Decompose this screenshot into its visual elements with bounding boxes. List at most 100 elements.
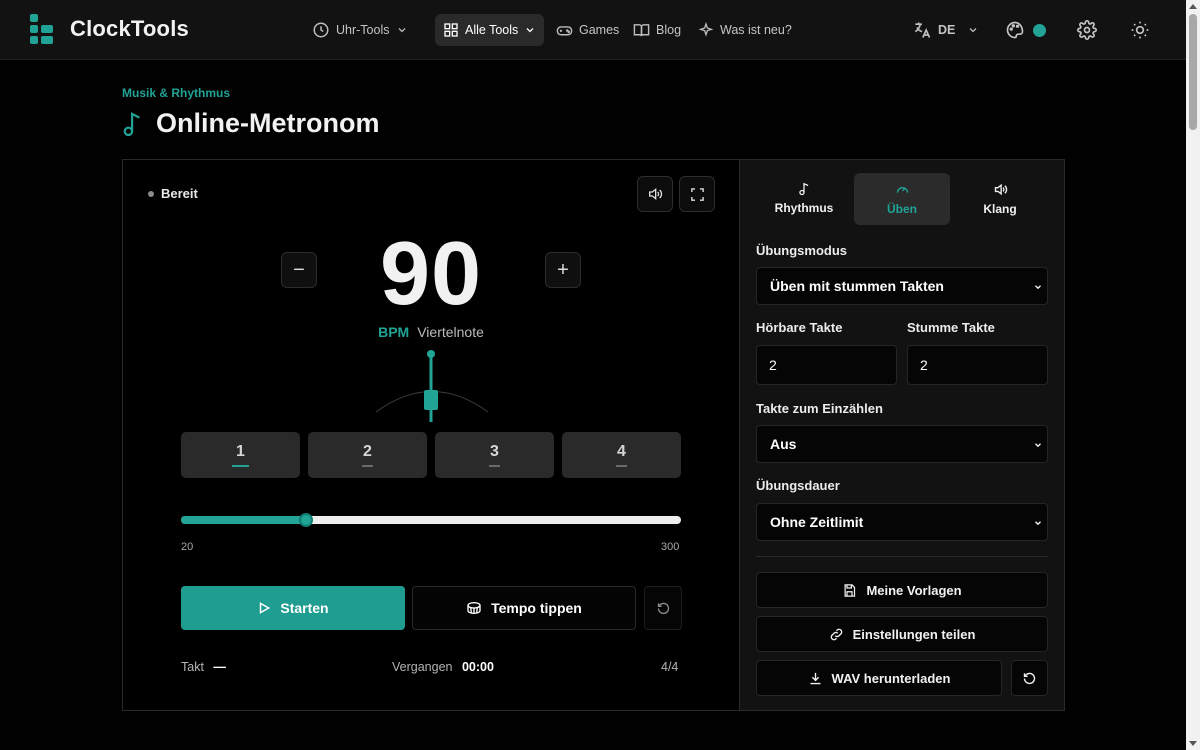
nav-alle-tools[interactable]: Alle Tools <box>435 14 545 46</box>
tab-klang-label: Klang <box>983 202 1017 216</box>
practice-mode-value: Üben mit stummen Takten <box>770 278 944 294</box>
scroll-down-arrow-icon[interactable] <box>1189 741 1197 746</box>
breadcrumb[interactable]: Musik & Rhythmus <box>122 86 230 100</box>
presets-button[interactable]: Meine Vorlagen <box>756 572 1048 608</box>
gauge-icon <box>896 187 908 193</box>
speaker-icon <box>649 187 663 201</box>
palette-icon <box>1006 21 1023 39</box>
download-icon <box>810 672 821 684</box>
count-in-value: Aus <box>770 436 797 452</box>
top-navbar: ClockTools Uhr-Tools Alle Tools Games Bl… <box>0 0 1186 60</box>
download-wav-button[interactable]: WAV herunterladen <box>756 660 1002 696</box>
reset-icon <box>657 602 669 614</box>
audible-bars-input[interactable]: 2 <box>756 345 897 385</box>
scroll-up-arrow-icon[interactable] <box>1189 4 1197 9</box>
note-value: Viertelnote <box>417 324 484 340</box>
share-settings-label: Einstellungen teilen <box>852 626 976 642</box>
elapsed-value: 00:00 <box>461 660 494 674</box>
nav-was-ist-neu[interactable]: Was ist neu? <box>698 14 792 46</box>
start-button[interactable]: Starten <box>181 586 405 630</box>
practice-mode-select[interactable]: Üben mit stummen Takten <box>756 267 1048 305</box>
theme-color-picker[interactable] <box>1002 18 1048 42</box>
muted-bars-label: Stumme Takte <box>907 320 995 335</box>
beat-indicator[interactable]: 3 <box>435 432 554 478</box>
sound-toggle-button[interactable] <box>637 176 673 212</box>
increase-bpm-button[interactable]: + <box>545 252 581 288</box>
beat-indicator[interactable]: 1 <box>181 432 300 478</box>
elapsed-time: Vergangen 00:00 <box>392 660 494 674</box>
nav-uhr-tools[interactable]: Uhr-Tools <box>312 14 408 46</box>
tab-klang[interactable]: Klang <box>952 173 1048 225</box>
bar-counter-label: Takt <box>181 660 204 674</box>
tempo-min-label: 20 <box>181 541 194 553</box>
tab-ueben-label: Üben <box>887 202 917 216</box>
speaker-icon <box>994 183 1007 196</box>
beat-accent-bar <box>362 465 373 467</box>
theme-toggle-button[interactable] <box>1128 18 1152 42</box>
pendulum-graphic <box>375 350 489 422</box>
metronome-panel: Bereit − 90 + BPM Viertelnote 1 2 3 4 20 … <box>122 159 740 711</box>
tab-ueben[interactable]: Üben <box>854 173 950 225</box>
clocktools-logo-icon <box>30 14 56 44</box>
book-icon <box>633 23 650 36</box>
nav-blog-label: Blog <box>656 23 682 37</box>
plus-icon: + <box>557 258 569 281</box>
bpm-display: 90 <box>379 224 483 324</box>
bar-counter: Takt — <box>181 660 226 674</box>
beat-accent-bar <box>616 465 627 467</box>
beat-indicator[interactable]: 4 <box>562 432 681 478</box>
chevron-down-icon <box>526 28 534 33</box>
music-note-icon <box>799 182 809 196</box>
settings-button[interactable] <box>1075 18 1099 42</box>
tap-tempo-label: Tempo tippen <box>491 600 582 616</box>
chevron-down-icon <box>1035 443 1041 448</box>
practice-mode-label: Übungsmodus <box>756 243 847 258</box>
chevron-down-icon <box>969 28 977 33</box>
count-in-select[interactable]: Aus <box>756 425 1048 463</box>
nav-games[interactable]: Games <box>556 14 619 46</box>
beat-number: 3 <box>490 443 499 460</box>
bpm-unit: BPM <box>378 324 410 340</box>
status-dot <box>148 190 154 197</box>
bar-counter-value: — <box>213 660 226 674</box>
decrease-bpm-button[interactable]: − <box>281 252 317 288</box>
duration-value: Ohne Zeitlimit <box>770 514 864 530</box>
brand-logo[interactable]: ClockTools <box>30 14 189 44</box>
muted-bars-input[interactable]: 2 <box>907 345 1048 385</box>
nav-alle-tools-label: Alle Tools <box>465 23 519 37</box>
tempo-slider[interactable] <box>181 513 681 527</box>
beat-indicator[interactable]: 2 <box>308 432 427 478</box>
beat-indicators: 1 2 3 4 <box>181 432 681 478</box>
duration-label: Übungsdauer <box>756 478 840 493</box>
page-scrollbar[interactable] <box>1186 0 1200 750</box>
scrollbar-thumb[interactable] <box>1189 14 1197 130</box>
drum-icon <box>467 602 481 615</box>
beat-accent-bar <box>489 465 500 467</box>
status-text: Bereit <box>161 186 198 201</box>
gear-icon <box>1077 20 1097 40</box>
tab-rhythmus[interactable]: Rhythmus <box>756 173 852 225</box>
nav-blog[interactable]: Blog <box>633 14 681 46</box>
divider <box>756 556 1048 557</box>
language-selector[interactable]: DE <box>912 14 979 46</box>
page-heading: Online-Metronom <box>122 108 380 139</box>
brand-name: ClockTools <box>70 16 189 41</box>
fullscreen-button[interactable] <box>679 176 715 212</box>
reset-button[interactable] <box>644 586 682 630</box>
fullscreen-icon <box>690 187 704 201</box>
download-wav-label: WAV herunterladen <box>831 670 951 686</box>
gamepad-icon <box>556 25 573 35</box>
tab-rhythmus-label: Rhythmus <box>774 201 834 215</box>
duration-select[interactable]: Ohne Zeitlimit <box>756 503 1048 541</box>
translate-icon <box>914 22 931 38</box>
page-title: Online-Metronom <box>156 108 380 138</box>
accent-color-swatch <box>1032 23 1046 37</box>
reset-settings-button[interactable] <box>1011 660 1048 696</box>
beat-number: 1 <box>236 443 245 460</box>
share-settings-button[interactable]: Einstellungen teilen <box>756 616 1048 652</box>
nav-uhr-tools-label: Uhr-Tools <box>336 23 390 37</box>
chevron-down-icon <box>398 28 405 33</box>
tap-tempo-button[interactable]: Tempo tippen <box>412 586 636 630</box>
tempo-slider-handle[interactable] <box>299 513 313 527</box>
audible-bars-label: Hörbare Takte <box>756 320 843 335</box>
